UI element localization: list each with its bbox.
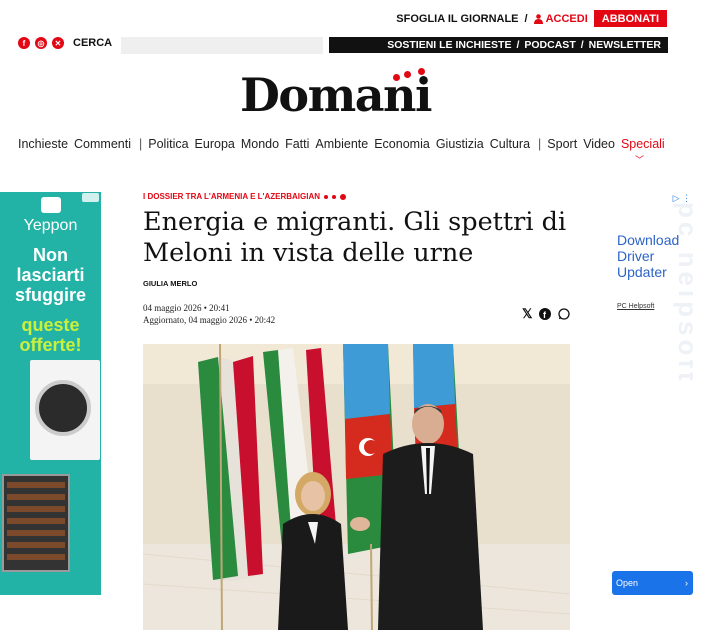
newsletter-link[interactable]: NEWSLETTER [589,39,661,51]
logo-dot [404,71,411,78]
nav-item-cultura[interactable]: Cultura [490,137,530,151]
published-date: 04 maggio 2026 • 20:41 [143,303,230,313]
kicker-label: I DOSSIER TRA L'ARMENIA E L'AZERBAIGIAN [143,192,320,201]
ad-brand: Yeppon [23,217,78,234]
article-dates: 04 maggio 2026 • 20:41 Aggiornato, 04 ma… [143,302,275,326]
washing-machine-image [30,360,100,460]
x-icon[interactable]: ✕ [52,37,64,49]
article-photo [143,344,570,630]
nav-item-video[interactable]: Video [583,137,615,151]
kicker-dot [332,194,336,199]
nav-item-sport[interactable]: Sport [547,137,577,151]
nav-item-giustizia[interactable]: Giustizia [436,137,484,151]
ad-line1: Non lasciarti sfuggire [14,245,86,305]
logo-dot [393,74,400,81]
accedi-label: ACCEDI [545,12,588,25]
kicker-dot [324,194,328,199]
updated-date: Aggiornato, 04 maggio 2026 • 20:42 [143,315,276,325]
main-nav: Inchieste Commenti | Politica Europa Mon… [18,137,671,165]
ad-headline[interactable]: Download Driver Updater [617,232,693,280]
ad-right[interactable]: pc helpsoft ▷ ⋮ Download Driver Updater … [611,192,693,595]
nav-divider: | [139,137,143,151]
nav-item-inchieste[interactable]: Inchieste [18,137,68,151]
separator: / [516,39,520,51]
nav-item-politica[interactable]: Politica [148,137,188,151]
user-icon [533,13,543,24]
ad-info-icon[interactable]: ▷ ⋮ [673,193,691,204]
sfoglia-link[interactable]: SFOGLIA IL GIORNALE [396,13,518,25]
nav-item-fatti[interactable]: Fatti [285,137,309,151]
logo-text: Domani [240,68,432,122]
chevron-down-icon: ﹀ [634,155,644,165]
accedi-link[interactable]: ACCEDI [533,12,588,25]
site-logo[interactable]: Domani [240,68,450,124]
article-kicker[interactable]: I DOSSIER TRA L'ARMENIA E L'AZERBAIGIAN [143,192,346,201]
ad-choices-icon[interactable] [82,193,99,202]
article-author[interactable]: GIULIA MERLO [143,279,197,288]
open-label: Open [616,578,639,588]
separator: / [524,12,528,25]
chevron-right-icon: › [685,578,688,588]
logo-dot [418,68,425,75]
search-label[interactable]: CERCA [73,37,112,49]
nav-item-europa[interactable]: Europa [195,137,235,151]
top-utility-links: SFOGLIA IL GIORNALE / ACCEDI ABBONATI [396,10,667,27]
nav-item-commenti[interactable]: Commenti [74,137,131,151]
search-input[interactable] [121,37,323,54]
x-icon[interactable]: 𝕏 [522,306,532,322]
speciali-label: Speciali [620,137,665,151]
nav-divider: | [538,137,542,151]
whatsapp-icon[interactable] [558,308,571,320]
social-row: f ◎ ✕ CERCA [18,37,112,49]
ad-left[interactable]: Yeppon Non lasciarti sfuggire queste off… [0,192,101,595]
nav-item-economia[interactable]: Economia [374,137,430,151]
facebook-icon[interactable]: f [18,37,30,49]
ad-watermark: pc helpsoft [673,202,693,385]
nav-item-mondo[interactable]: Mondo [241,137,279,151]
abbonati-button[interactable]: ABBONATI [593,10,667,27]
shopping-bag-icon [40,197,61,213]
nav-item-speciali[interactable]: Speciali ﹀ [620,137,671,165]
wine-fridge-image [2,474,70,572]
ad-line2: queste offerte! [19,315,82,355]
podcast-link[interactable]: PODCAST [524,39,575,51]
article-title: Energia e migranti. Gli spettri di Melon… [143,207,567,268]
nav-item-ambiente[interactable]: Ambiente [315,137,368,151]
facebook-icon[interactable]: f [539,308,552,320]
sostieni-link[interactable]: SOSTIENI LE INCHIESTE [387,39,511,51]
promo-bar: SOSTIENI LE INCHIESTE / PODCAST / NEWSLE… [329,37,668,53]
ad-sponsor[interactable]: PC Helpsoft [617,303,654,310]
kicker-dot [340,193,346,200]
share-buttons: 𝕏 f [522,306,571,322]
separator: / [580,39,584,51]
instagram-icon[interactable]: ◎ [35,37,47,49]
ad-open-button[interactable]: Open › [612,571,693,595]
